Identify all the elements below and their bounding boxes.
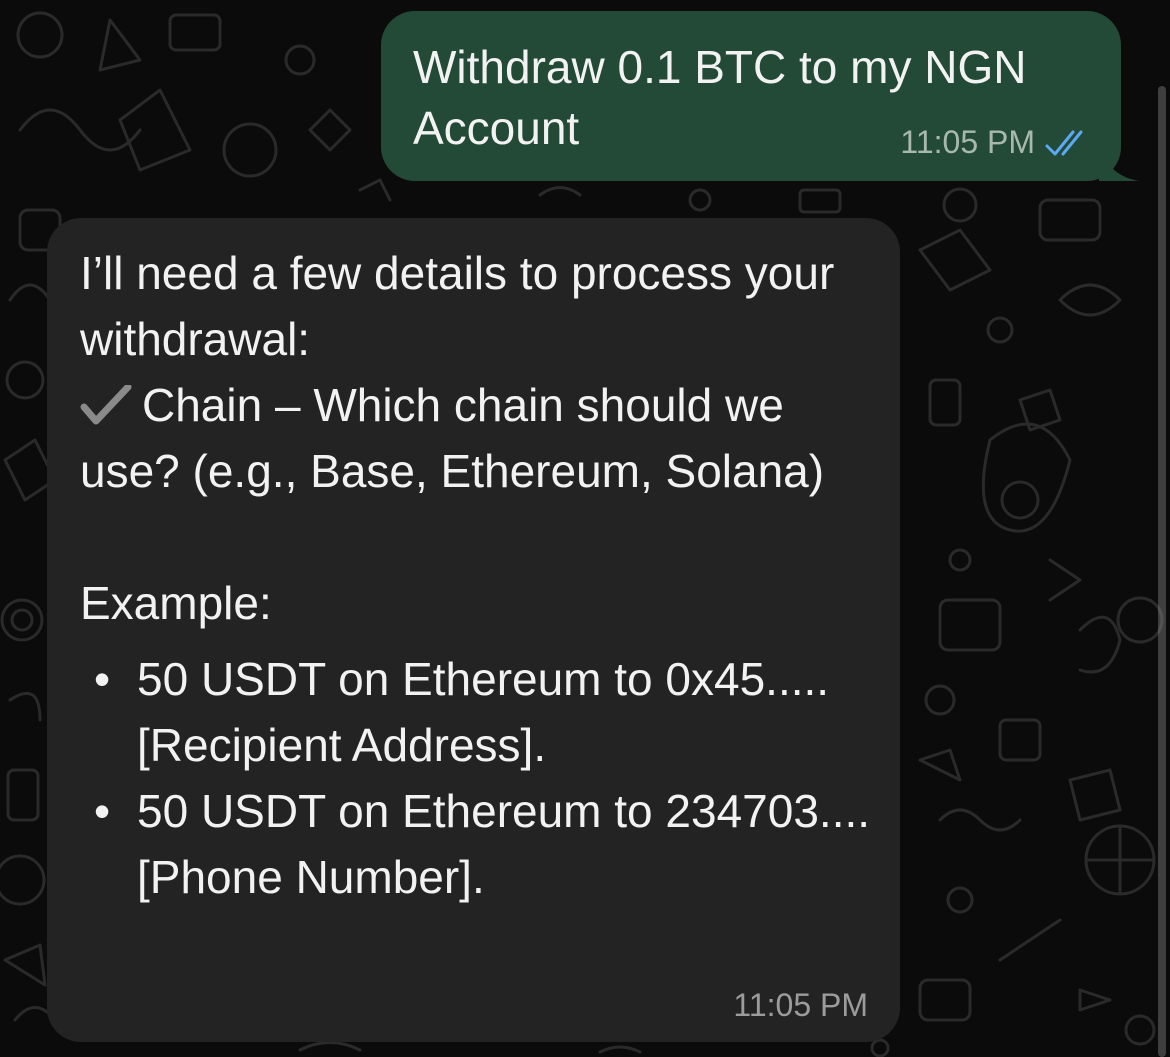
example-list: • 50 USDT on Ethereum to 0x45.....[Recip… — [80, 646, 880, 910]
list-item: • 50 USDT on Ethereum to 0x45.....[Recip… — [80, 646, 880, 778]
chat-view: Withdraw 0.1 BTC to my NGN Account 11:05… — [0, 0, 1170, 1057]
outgoing-message-bubble[interactable]: Withdraw 0.1 BTC to my NGN Account 11:05… — [381, 11, 1139, 181]
bubble-tail — [1099, 141, 1139, 181]
double-check-read-icon — [1045, 130, 1083, 155]
incoming-message-content: I’ll need a few details to process your … — [80, 240, 880, 910]
example-text: 50 USDT on Ethereum to 234703....[Phone … — [137, 785, 871, 903]
incoming-message-time: 11:05 PM — [733, 987, 868, 1023]
withdrawal-intro-text: I’ll need a few details to process your … — [80, 247, 848, 365]
example-heading: Example: — [80, 577, 272, 629]
incoming-message-bubble[interactable]: I’ll need a few details to process your … — [47, 218, 900, 1042]
example-text: 50 USDT on Ethereum to 0x45.....[Recipie… — [137, 653, 830, 771]
outgoing-message-meta: 11:05 PM — [900, 124, 1091, 161]
list-item: • 50 USDT on Ethereum to 234703....[Phon… — [80, 778, 880, 910]
bullet: • — [94, 785, 111, 837]
outgoing-message-time: 11:05 PM — [900, 124, 1035, 160]
scroll-indicator[interactable] — [1158, 86, 1166, 1057]
heavy-check-mark-icon — [80, 385, 132, 425]
chain-prompt-text: Chain – Which chain should we use? (e.g.… — [80, 379, 825, 497]
chain-prompt: Chain – Which chain should we use? (e.g.… — [80, 372, 880, 504]
bullet: • — [94, 653, 111, 705]
